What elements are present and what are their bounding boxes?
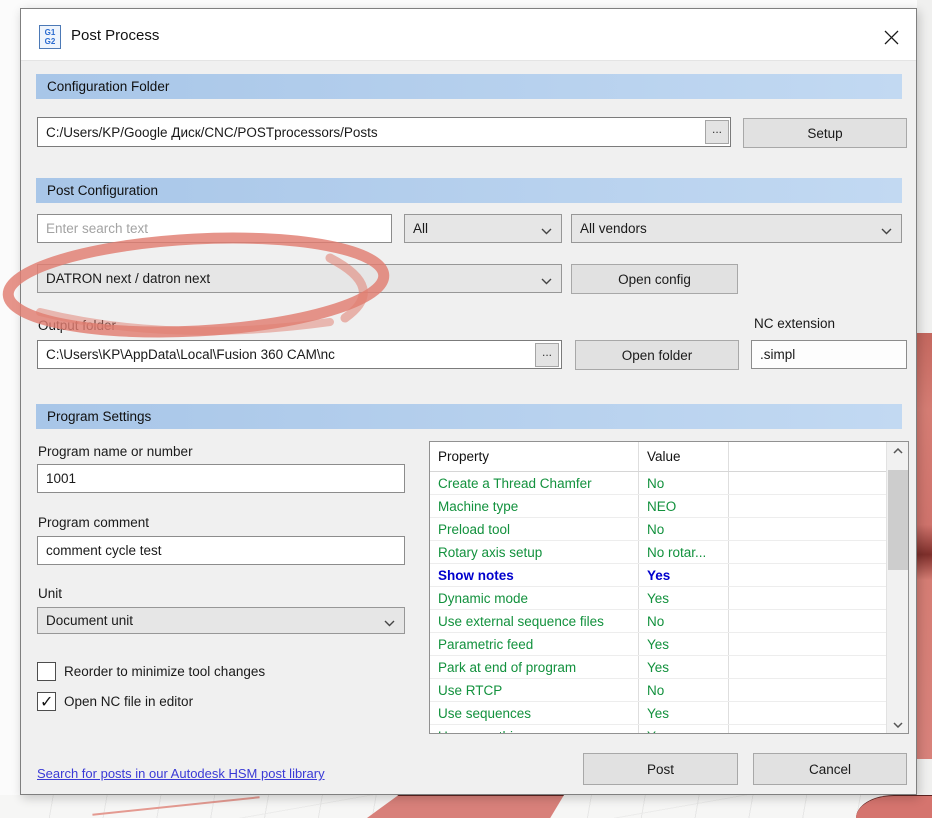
chevron-down-icon[interactable] [541,273,552,288]
section-header-configuration-folder: Configuration Folder [36,74,902,99]
table-row[interactable]: Dynamic mode Yes [430,587,886,610]
hsm-post-library-link[interactable]: Search for posts in our Autodesk HSM pos… [37,766,325,781]
table-row[interactable]: Rotary axis setup No rotar... [430,541,886,564]
output-folder-label: Output folder [38,318,117,333]
post-button[interactable]: Post [583,753,738,785]
capability-filter-dropdown[interactable]: All [404,214,562,243]
program-name-input[interactable] [37,464,405,493]
nc-extension-label: NC extension [754,316,836,331]
vendor-filter-dropdown[interactable]: All vendors [571,214,902,243]
value-cell[interactable]: No [639,518,729,540]
property-cell[interactable]: Use sequences [430,702,639,724]
table-row[interactable]: Machine type NEO [430,495,886,518]
table-row[interactable]: Use external sequence files No [430,610,886,633]
property-cell[interactable]: Use RTCP [430,679,639,701]
column-header-value: Value [639,442,729,471]
open-config-button[interactable]: Open config [571,264,738,294]
value-cell[interactable]: Yes [639,656,729,678]
post-process-dialog: G1 G2 Post Process Configuration Folder … [20,8,917,795]
checkmark-icon: ✓ [40,694,54,711]
table-row[interactable]: Use RTCP No [430,679,886,702]
configuration-folder-path-input[interactable] [37,117,731,147]
table-row[interactable]: Parametric feed Yes [430,633,886,656]
value-cell[interactable]: No [639,472,729,494]
unit-label: Unit [38,586,63,601]
property-cell[interactable]: Parametric feed [430,633,639,655]
table-row[interactable]: Show notes Yes [430,564,886,587]
value-cell[interactable]: Yes [639,564,729,586]
program-comment-label: Program comment [38,515,150,530]
value-cell[interactable]: NEO [639,495,729,517]
dialog-titlebar[interactable]: G1 G2 Post Process [21,9,916,61]
value-cell[interactable]: Yes [639,725,729,733]
configuration-folder-browse-button[interactable]: ... [705,120,729,144]
properties-table-header: Property Value [430,442,886,472]
post-processor-value: DATRON next / datron next [46,271,211,286]
scroll-down-icon[interactable] [887,716,908,733]
property-cell[interactable]: Machine type [430,495,639,517]
value-cell[interactable]: No [639,679,729,701]
dialog-title: Post Process [71,27,160,44]
property-cell[interactable]: Dynamic mode [430,587,639,609]
output-folder-browse-button[interactable]: ... [535,343,559,367]
scrollbar-thumb[interactable] [888,470,908,570]
value-cell[interactable]: Yes [639,633,729,655]
vendor-filter-value: All vendors [580,221,647,236]
properties-table-scrollbar[interactable] [886,442,908,733]
viewport-red-model-shape [367,795,564,818]
properties-table-body: Create a Thread Chamfer No Machine type … [430,472,886,733]
property-cell[interactable]: Create a Thread Chamfer [430,472,639,494]
unit-dropdown[interactable]: Document unit [37,607,405,634]
table-row[interactable]: Use smoothing Yes [430,725,886,733]
property-cell[interactable]: Show notes [430,564,639,586]
value-cell[interactable]: No [639,610,729,632]
table-row[interactable]: Preload tool No [430,518,886,541]
table-row[interactable]: Park at end of program Yes [430,656,886,679]
chevron-down-icon[interactable] [881,223,892,238]
capability-filter-value: All [413,221,429,236]
property-cell[interactable]: Use smoothing [430,725,639,733]
section-header-program-settings: Program Settings [36,404,902,429]
post-processor-dropdown[interactable]: DATRON next / datron next [37,264,562,293]
chevron-down-icon[interactable] [384,615,395,630]
program-comment-input[interactable] [37,536,405,565]
viewport-red-model-edge [917,333,932,759]
property-cell[interactable]: Park at end of program [430,656,639,678]
setup-button[interactable]: Setup [743,118,907,148]
chevron-down-icon[interactable] [541,223,552,238]
column-header-property: Property [430,442,639,471]
cancel-button[interactable]: Cancel [753,753,907,785]
scroll-up-icon[interactable] [887,442,908,459]
reorder-checkbox-row[interactable]: ✓ Reorder to minimize tool changes [37,662,265,681]
property-cell[interactable]: Rotary axis setup [430,541,639,563]
reorder-checkbox-label[interactable]: Reorder to minimize tool changes [64,664,265,679]
viewport-right-sliver [917,0,932,818]
section-header-post-configuration: Post Configuration [36,178,902,203]
program-name-label: Program name or number [38,444,193,459]
output-folder-path-input[interactable] [37,340,562,369]
page-background: G1 G2 Post Process Configuration Folder … [0,0,932,818]
nc-extension-input[interactable] [751,340,907,369]
gcode-icon: G1 G2 [39,25,61,49]
open-nc-checkbox-label[interactable]: Open NC file in editor [64,694,193,709]
value-cell[interactable]: Yes [639,702,729,724]
viewport-bottom-strip [0,795,932,818]
table-row[interactable]: Create a Thread Chamfer No [430,472,886,495]
open-folder-button[interactable]: Open folder [575,340,739,370]
viewport-red-model-corner [856,795,932,818]
reorder-checkbox[interactable]: ✓ [37,662,56,681]
open-nc-checkbox[interactable]: ✓ [37,692,56,711]
value-cell[interactable]: No rotar... [639,541,729,563]
value-cell[interactable]: Yes [639,587,729,609]
properties-table: Property Value Create a Thread Chamfer N… [429,441,909,734]
open-nc-checkbox-row[interactable]: ✓ Open NC file in editor [37,692,193,711]
close-icon[interactable] [878,26,904,48]
property-cell[interactable]: Use external sequence files [430,610,639,632]
property-cell[interactable]: Preload tool [430,518,639,540]
table-row[interactable]: Use sequences Yes [430,702,886,725]
viewport-axis-line [92,796,260,816]
post-search-input[interactable] [37,214,392,243]
unit-value: Document unit [46,613,134,628]
